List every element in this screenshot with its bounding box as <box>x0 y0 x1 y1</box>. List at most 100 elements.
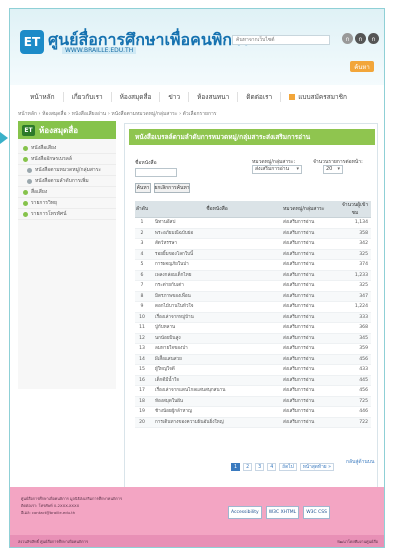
page-4-button[interactable]: 4 <box>267 463 277 471</box>
book-name-link[interactable]: กระต่ายกับเต่า <box>149 280 279 292</box>
table-row[interactable]: 2 พระอภัยมณีฉบับย่อ ส่งเสริมการอ่าน 358 <box>135 228 371 239</box>
font-large-button[interactable]: ก <box>368 33 379 44</box>
book-name-link[interactable]: เพลงกล่อมเด็กไทย <box>149 270 279 281</box>
sidebar-title: ET ห้องสมุดสื่อ <box>18 121 116 139</box>
book-name-link[interactable]: สัตว์หรรษา <box>149 238 279 250</box>
table-row[interactable]: 18 ห้องสมุดในฝัน ส่งเสริมการอ่าน 725 <box>135 396 371 407</box>
page-3-button[interactable]: 3 <box>255 463 265 471</box>
table-row[interactable]: 5 การผจญภัยในป่า ส่งเสริมการอ่าน 374 <box>135 259 371 271</box>
page-1-button[interactable]: 1 <box>231 463 241 471</box>
table-row[interactable]: 7 กระต่ายกับเต่า ส่งเสริมการอ่าน 325 <box>135 280 371 292</box>
sidebar: ET ห้องสมุดสื่อ หนังสือเสียง หนังสืออักษ… <box>18 121 116 389</box>
book-name-link[interactable]: เด็กดีมีน้ำใจ <box>149 375 279 386</box>
book-name-link[interactable]: การผจญภัยในป่า <box>149 259 279 271</box>
table-row[interactable]: 4 รอยยิ้มของโลกใบนี้ ส่งเสริมการอ่าน 325 <box>135 249 371 260</box>
table-row[interactable]: 16 เด็กดีมีน้ำใจ ส่งเสริมการอ่าน 445 <box>135 375 371 386</box>
back-to-top-link[interactable]: กลับสู่ด้านบน <box>346 458 374 466</box>
nav-home[interactable]: หน้าหลัก <box>22 92 64 102</box>
nav-forum[interactable]: ห้องสนทนา <box>189 92 239 102</box>
w3c-css-badge[interactable]: W3C CSS <box>303 506 330 519</box>
book-name-link[interactable]: ดอกไม้บานในหัวใจ <box>149 301 279 313</box>
table-row[interactable]: 8 มิตรภาพของเพื่อน ส่งเสริมการอ่าน 347 <box>135 291 371 302</box>
clear-search-button[interactable]: ยกเลิกการค้นหา <box>154 183 190 193</box>
page-2-button[interactable]: 2 <box>243 463 253 471</box>
nav-news[interactable]: ข่าว <box>160 92 190 102</box>
table-row[interactable]: 1 นิทานอีสป ส่งเสริมการอ่าน 1,134 <box>135 217 371 229</box>
font-small-button[interactable]: ก <box>342 33 353 44</box>
book-name-link[interactable]: ช้างน้อยผู้กล้าหาญ <box>149 406 279 418</box>
row-view-count: 374 <box>339 259 371 271</box>
table-row[interactable]: 10 เรื่องเล่าจากหมู่บ้าน ส่งเสริมการอ่าน 33… <box>135 312 371 323</box>
sidebar-item-label: สื่อเสียง <box>31 189 48 195</box>
row-view-count: 456 <box>339 385 371 397</box>
site-header: ET ศูนย์สื่อการศึกษาเพื่อคนพิการ WWW.BRA… <box>10 9 384 85</box>
sidebar-item-tv[interactable]: รายการโทรทัศน์ <box>18 209 116 220</box>
nav-member[interactable]: แบบสมัครสมาชิก <box>281 92 355 102</box>
sidebar-item-braille-books[interactable]: หนังสืออักษรเบรลล์ <box>18 154 116 165</box>
row-category: ส่งเสริมการอ่าน <box>279 291 339 302</box>
col-header-group[interactable]: หมวดหมู่/กลุ่มสาระ <box>279 201 339 218</box>
book-name-link[interactable]: ผีเสื้อแสนสวย <box>149 354 279 365</box>
book-name-link[interactable]: นกน้อยบินสูง <box>149 333 279 344</box>
w3c-xhtml-badge[interactable]: W3C XHTML <box>265 506 300 519</box>
table-row[interactable]: 15 ผู้ใหญ่ใจดี ส่งเสริมการอ่าน 433 <box>135 364 371 376</box>
nav-about[interactable]: เกี่ยวกับเรา <box>64 92 112 102</box>
footer-line-1: ศูนย์สื่อการศึกษาเพื่อคนพิการ มูลนิธิส่ง… <box>21 496 123 501</box>
font-medium-button[interactable]: ก <box>355 33 366 44</box>
book-name-link[interactable]: เรื่องเล่าจากแดนไกลแสนสนุกสนาน <box>149 385 279 397</box>
search-submit-button[interactable]: ค้นหา <box>135 183 151 193</box>
table-row[interactable]: 11 ปู่กับหลาน ส่งเสริมการอ่าน 368 <box>135 322 371 334</box>
nav-contact[interactable]: ติดต่อเรา <box>238 92 282 102</box>
breadcrumb[interactable]: หน้าหลัก › ห้องสมุดสื่อ › หนังสือเสียงอ่… <box>18 110 216 118</box>
book-name-link[interactable]: ห้องสมุดในฝัน <box>149 396 279 407</box>
row-category: ส่งเสริมการอ่าน <box>279 301 339 313</box>
row-category: ส่งเสริมการอ่าน <box>279 322 339 334</box>
book-name-input[interactable] <box>135 168 177 177</box>
accessibility-badge[interactable]: Accessibility <box>228 506 262 519</box>
col-header-name[interactable]: ชื่อหนังสือ <box>149 201 279 218</box>
table-row[interactable]: 14 ผีเสื้อแสนสวย ส่งเสริมการอ่าน 456 <box>135 354 371 365</box>
sidebar-item-label: หนังสือตามหมวดหมู่/กลุ่มสาระ <box>35 167 102 173</box>
logo-text: ET <box>23 35 41 49</box>
sidebar-item-audio-media[interactable]: สื่อเสียง <box>18 187 116 198</box>
bullet-icon <box>23 189 28 195</box>
book-name-link[interactable]: นิทานอีสป <box>149 217 279 229</box>
table-row[interactable]: 19 ช้างน้อยผู้กล้าหาญ ส่งเสริมการอ่าน 446 <box>135 406 371 418</box>
col-header-count[interactable]: จำนวนผู้เข้าชม <box>339 201 371 218</box>
book-name-link[interactable]: ปู่กับหลาน <box>149 322 279 334</box>
book-name-link[interactable]: เรื่องเล่าจากหมู่บ้าน <box>149 312 279 323</box>
sidebar-item-radio[interactable]: รายการวิทยุ <box>18 198 116 209</box>
nav-library[interactable]: ห้องสมุดสื่อ <box>112 92 161 102</box>
row-number: 10 <box>135 312 149 323</box>
search-button[interactable]: ค้นหา <box>350 61 374 72</box>
sidebar-item-by-order[interactable]: หนังสือตามลำดับการเพิ่ม <box>18 176 116 187</box>
category-select[interactable]: ส่งเสริมการอ่าน <box>252 165 302 174</box>
book-name-link[interactable]: รอยยิ้มของโลกใบนี้ <box>149 249 279 260</box>
table-row[interactable]: 6 เพลงกล่อมเด็กไทย ส่งเสริมการอ่าน 1,233 <box>135 270 371 281</box>
table-row[interactable]: 3 สัตว์หรรษา ส่งเสริมการอ่าน 342 <box>135 238 371 250</box>
row-view-count: 359 <box>339 343 371 355</box>
book-name-link[interactable]: มิตรภาพของเพื่อน <box>149 291 279 302</box>
row-view-count: 325 <box>339 249 371 260</box>
book-name-link[interactable]: ลมหายใจของป่า <box>149 343 279 355</box>
library-badge-icon: ET <box>22 124 35 136</box>
table-row[interactable]: 20 การเดินทางของความฝันอันยิ่งใหญ่ ส่งเสริ… <box>135 417 371 428</box>
next-page-button[interactable]: ถัดไป <box>279 463 297 471</box>
per-page-select[interactable]: 20 <box>323 165 343 174</box>
search-input[interactable]: ค้นหาจากเว็บไซต์ <box>232 35 330 45</box>
book-name-link[interactable]: ผู้ใหญ่ใจดี <box>149 364 279 376</box>
sidebar-item-audio-books[interactable]: หนังสือเสียง <box>18 143 116 154</box>
bullet-icon <box>23 200 28 206</box>
col-header-no[interactable]: ลำดับ <box>135 201 149 218</box>
table-row[interactable]: 9 ดอกไม้บานในหัวใจ ส่งเสริมการอ่าน 1,224 <box>135 301 371 313</box>
sidebar-item-by-category[interactable]: หนังสือตามหมวดหมู่/กลุ่มสาระ <box>18 165 116 176</box>
row-category: ส่งเสริมการอ่าน <box>279 396 339 407</box>
table-row[interactable]: 12 นกน้อยบินสูง ส่งเสริมการอ่าน 345 <box>135 333 371 344</box>
site-logo[interactable]: ET <box>20 30 44 54</box>
table-row[interactable]: 17 เรื่องเล่าจากแดนไกลแสนสนุกสนาน ส่งเสริม… <box>135 385 371 397</box>
book-name-link[interactable]: พระอภัยมณีฉบับย่อ <box>149 228 279 239</box>
table-row[interactable]: 13 ลมหายใจของป่า ส่งเสริมการอ่าน 359 <box>135 343 371 355</box>
last-page-button[interactable]: หน้าสุดท้าย » <box>299 463 335 471</box>
row-number: 2 <box>135 228 149 239</box>
book-name-link[interactable]: การเดินทางของความฝันอันยิ่งใหญ่ <box>149 417 279 428</box>
